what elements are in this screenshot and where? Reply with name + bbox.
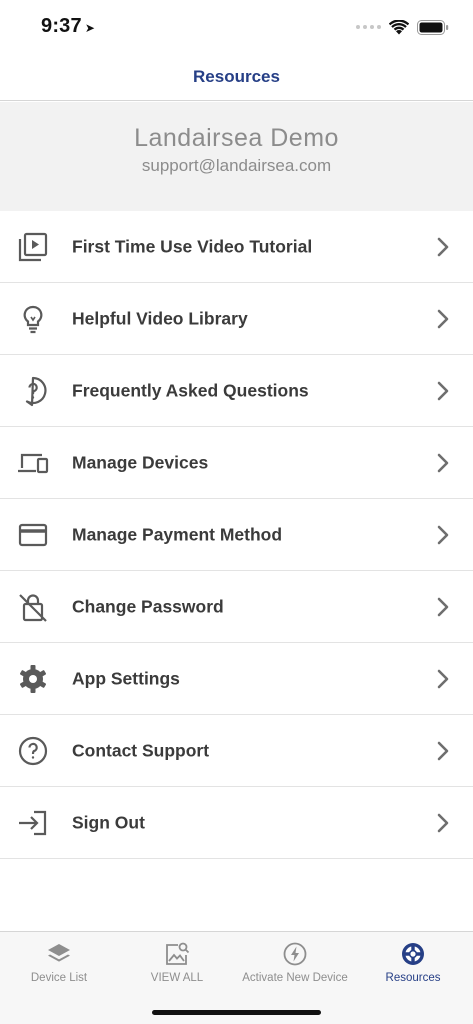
lock-off-icon [19, 593, 47, 622]
menu-label: Contact Support [72, 740, 210, 760]
menu-label: Helpful Video Library [72, 308, 248, 328]
lightning-circle-icon [283, 942, 307, 966]
chevron-right-icon [437, 741, 449, 760]
menu-item-manage-devices[interactable]: Manage Devices [0, 427, 473, 499]
chevron-right-icon [437, 597, 449, 616]
tab-view-all[interactable]: VIEW ALL [118, 932, 236, 992]
page-title: Resources [193, 67, 280, 86]
status-time: 9:37 ➤ [41, 15, 96, 37]
devices-icon [18, 453, 49, 473]
sign-out-icon [19, 810, 47, 835]
menu-item-video-library[interactable]: Helpful Video Library [0, 283, 473, 355]
chevron-right-icon [437, 669, 449, 688]
tab-label: Activate New Device [242, 972, 348, 984]
menu-label: First Time Use Video Tutorial [72, 236, 313, 256]
menu-item-sign-out[interactable]: Sign Out [0, 787, 473, 859]
menu-item-payment-method[interactable]: Manage Payment Method [0, 499, 473, 571]
status-bar: 9:37 ➤ [0, 0, 473, 54]
battery-icon [417, 19, 449, 35]
chevron-right-icon [437, 309, 449, 328]
signal-icon [356, 25, 381, 29]
wifi-icon [389, 19, 409, 34]
profile-name: Landairsea Demo [134, 124, 339, 152]
profile-header: Landairsea Demo support@landairsea.com [0, 102, 473, 211]
question-bubble-icon [25, 376, 47, 406]
lifebuoy-icon [402, 943, 424, 965]
profile-email: support@landairsea.com [141, 156, 332, 175]
layers-icon [48, 944, 70, 962]
menu-label: Sign Out [72, 812, 145, 832]
chevron-right-icon [437, 381, 449, 400]
menu-item-change-password[interactable]: Change Password [0, 571, 473, 643]
menu-item-contact-support[interactable]: Contact Support [0, 715, 473, 787]
tab-device-list[interactable]: Device List [0, 932, 118, 992]
menu-label: Change Password [72, 596, 224, 616]
video-tutorial-icon [18, 232, 48, 261]
chevron-right-icon [437, 813, 449, 832]
help-circle-icon [18, 736, 48, 765]
home-indicator [152, 1010, 321, 1015]
menu-label: App Settings [72, 668, 180, 688]
menu-label: Frequently Asked Questions [72, 380, 309, 400]
menu-item-video-tutorial[interactable]: First Time Use Video Tutorial [0, 211, 473, 283]
menu-label: Manage Devices [72, 452, 209, 472]
tab-resources[interactable]: Resources [354, 932, 472, 992]
tab-label: Resources [385, 972, 441, 984]
gear-icon [19, 664, 47, 693]
chevron-right-icon [437, 453, 449, 472]
lightbulb-icon [23, 305, 43, 333]
tab-activate-new-device[interactable]: Activate New Device [236, 932, 354, 992]
chevron-right-icon [437, 525, 449, 544]
tab-label: Device List [30, 972, 88, 984]
nav-bar: Resources [0, 54, 473, 101]
chevron-right-icon [437, 237, 449, 256]
tab-label: VIEW ALL [150, 972, 204, 984]
image-search-icon [166, 942, 190, 965]
location-arrow-icon: ➤ [84, 21, 96, 35]
resources-menu: First Time Use Video Tutorial Helpful Vi… [0, 211, 473, 859]
menu-item-faq[interactable]: Frequently Asked Questions [0, 355, 473, 427]
tab-bar: Device List VIEW ALL Activate New Device… [0, 931, 473, 1024]
status-indicators [356, 16, 449, 38]
menu-label: Manage Payment Method [72, 524, 283, 544]
menu-item-app-settings[interactable]: App Settings [0, 643, 473, 715]
credit-card-icon [18, 523, 48, 546]
